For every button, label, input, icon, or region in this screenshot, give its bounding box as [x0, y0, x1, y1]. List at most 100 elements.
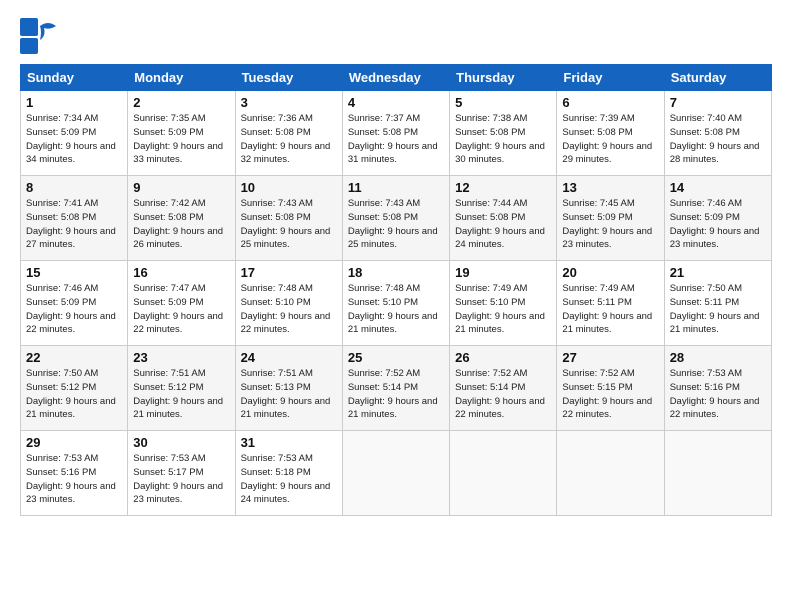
- calendar-cell: 6 Sunrise: 7:39 AMSunset: 5:08 PMDaylight…: [557, 91, 664, 176]
- calendar-cell: 1 Sunrise: 7:34 AMSunset: 5:09 PMDaylight…: [21, 91, 128, 176]
- calendar-cell: 11Sunrise: 7:43 AMSunset: 5:08 PMDayligh…: [342, 176, 449, 261]
- day-info: Sunrise: 7:48 AMSunset: 5:10 PMDaylight:…: [348, 282, 444, 337]
- day-info: Sunrise: 7:49 AMSunset: 5:10 PMDaylight:…: [455, 282, 551, 337]
- day-info: Sunrise: 7:52 AMSunset: 5:14 PMDaylight:…: [455, 367, 551, 422]
- weekday-header-saturday: Saturday: [664, 65, 771, 91]
- calendar-cell: 14 Sunrise: 7:46 AMSunset: 5:09 PMDayligh…: [664, 176, 771, 261]
- day-number: 6: [562, 95, 658, 110]
- day-number: 20: [562, 265, 658, 280]
- calendar-cell: 2 Sunrise: 7:35 AMSunset: 5:09 PMDaylight…: [128, 91, 235, 176]
- calendar-cell: 17 Sunrise: 7:48 AMSunset: 5:10 PMDayligh…: [235, 261, 342, 346]
- day-info: Sunrise: 7:45 AMSunset: 5:09 PMDaylight:…: [562, 197, 658, 252]
- header: [20, 18, 772, 54]
- calendar-cell: 4Sunrise: 7:37 AMSunset: 5:08 PMDaylight…: [342, 91, 449, 176]
- day-number: 11: [348, 180, 444, 195]
- calendar-cell: 25 Sunrise: 7:52 AMSunset: 5:14 PMDayligh…: [342, 346, 449, 431]
- calendar-table: SundayMondayTuesdayWednesdayThursdayFrid…: [20, 64, 772, 516]
- day-number: 15: [26, 265, 122, 280]
- calendar-cell: 9Sunrise: 7:42 AMSunset: 5:08 PMDaylight…: [128, 176, 235, 261]
- day-info: Sunrise: 7:36 AMSunset: 5:08 PMDaylight:…: [241, 112, 337, 167]
- day-info: Sunrise: 7:34 AMSunset: 5:09 PMDaylight:…: [26, 112, 122, 167]
- day-info: Sunrise: 7:48 AMSunset: 5:10 PMDaylight:…: [241, 282, 337, 337]
- calendar-cell: 29 Sunrise: 7:53 AMSunset: 5:16 PMDayligh…: [21, 431, 128, 516]
- day-info: Sunrise: 7:53 AMSunset: 5:16 PMDaylight:…: [670, 367, 766, 422]
- calendar-cell: [342, 431, 449, 516]
- day-number: 8: [26, 180, 122, 195]
- day-number: 24: [241, 350, 337, 365]
- day-number: 9: [133, 180, 229, 195]
- calendar-cell: 15 Sunrise: 7:46 AMSunset: 5:09 PMDayligh…: [21, 261, 128, 346]
- day-number: 18: [348, 265, 444, 280]
- weekday-header-thursday: Thursday: [450, 65, 557, 91]
- calendar-cell: 31Sunrise: 7:53 AMSunset: 5:18 PMDayligh…: [235, 431, 342, 516]
- day-number: 10: [241, 180, 337, 195]
- day-info: Sunrise: 7:52 AMSunset: 5:15 PMDaylight:…: [562, 367, 658, 422]
- day-info: Sunrise: 7:41 AMSunset: 5:08 PMDaylight:…: [26, 197, 122, 252]
- calendar-cell: 30Sunrise: 7:53 AMSunset: 5:17 PMDayligh…: [128, 431, 235, 516]
- calendar-cell: 21 Sunrise: 7:50 AMSunset: 5:11 PMDayligh…: [664, 261, 771, 346]
- calendar-cell: 3 Sunrise: 7:36 AMSunset: 5:08 PMDaylight…: [235, 91, 342, 176]
- calendar-cell: 8 Sunrise: 7:41 AMSunset: 5:08 PMDaylight…: [21, 176, 128, 261]
- day-number: 3: [241, 95, 337, 110]
- calendar-week-5: 29 Sunrise: 7:53 AMSunset: 5:16 PMDayligh…: [21, 431, 772, 516]
- calendar-cell: [664, 431, 771, 516]
- calendar-cell: 23 Sunrise: 7:51 AMSunset: 5:12 PMDayligh…: [128, 346, 235, 431]
- day-number: 26: [455, 350, 551, 365]
- day-info: Sunrise: 7:40 AMSunset: 5:08 PMDaylight:…: [670, 112, 766, 167]
- day-info: Sunrise: 7:51 AMSunset: 5:12 PMDaylight:…: [133, 367, 229, 422]
- calendar-cell: 10 Sunrise: 7:43 AMSunset: 5:08 PMDayligh…: [235, 176, 342, 261]
- day-number: 25: [348, 350, 444, 365]
- day-number: 13: [562, 180, 658, 195]
- day-number: 23: [133, 350, 229, 365]
- day-number: 7: [670, 95, 766, 110]
- day-number: 22: [26, 350, 122, 365]
- day-number: 21: [670, 265, 766, 280]
- day-number: 17: [241, 265, 337, 280]
- day-number: 16: [133, 265, 229, 280]
- calendar-cell: [450, 431, 557, 516]
- day-number: 31: [241, 435, 337, 450]
- weekday-header-wednesday: Wednesday: [342, 65, 449, 91]
- day-number: 27: [562, 350, 658, 365]
- day-number: 29: [26, 435, 122, 450]
- weekday-header-tuesday: Tuesday: [235, 65, 342, 91]
- day-info: Sunrise: 7:37 AMSunset: 5:08 PMDaylight:…: [348, 112, 444, 167]
- calendar-week-4: 22Sunrise: 7:50 AMSunset: 5:12 PMDayligh…: [21, 346, 772, 431]
- calendar-cell: 22Sunrise: 7:50 AMSunset: 5:12 PMDayligh…: [21, 346, 128, 431]
- calendar-cell: 19 Sunrise: 7:49 AMSunset: 5:10 PMDayligh…: [450, 261, 557, 346]
- calendar-cell: 18 Sunrise: 7:48 AMSunset: 5:10 PMDayligh…: [342, 261, 449, 346]
- day-number: 2: [133, 95, 229, 110]
- logo-content: [20, 18, 59, 54]
- calendar-cell: 5Sunrise: 7:38 AMSunset: 5:08 PMDaylight…: [450, 91, 557, 176]
- calendar-cell: 24 Sunrise: 7:51 AMSunset: 5:13 PMDayligh…: [235, 346, 342, 431]
- calendar-week-3: 15 Sunrise: 7:46 AMSunset: 5:09 PMDayligh…: [21, 261, 772, 346]
- weekday-header-sunday: Sunday: [21, 65, 128, 91]
- calendar-cell: 13 Sunrise: 7:45 AMSunset: 5:09 PMDayligh…: [557, 176, 664, 261]
- day-info: Sunrise: 7:52 AMSunset: 5:14 PMDaylight:…: [348, 367, 444, 422]
- weekday-header-friday: Friday: [557, 65, 664, 91]
- calendar-cell: 20 Sunrise: 7:49 AMSunset: 5:11 PMDayligh…: [557, 261, 664, 346]
- day-info: Sunrise: 7:47 AMSunset: 5:09 PMDaylight:…: [133, 282, 229, 337]
- day-info: Sunrise: 7:49 AMSunset: 5:11 PMDaylight:…: [562, 282, 658, 337]
- calendar-week-1: 1 Sunrise: 7:34 AMSunset: 5:09 PMDaylight…: [21, 91, 772, 176]
- day-info: Sunrise: 7:35 AMSunset: 5:09 PMDaylight:…: [133, 112, 229, 167]
- weekday-header-monday: Monday: [128, 65, 235, 91]
- day-info: Sunrise: 7:51 AMSunset: 5:13 PMDaylight:…: [241, 367, 337, 422]
- day-number: 1: [26, 95, 122, 110]
- day-number: 19: [455, 265, 551, 280]
- day-number: 12: [455, 180, 551, 195]
- day-info: Sunrise: 7:46 AMSunset: 5:09 PMDaylight:…: [670, 197, 766, 252]
- day-info: Sunrise: 7:39 AMSunset: 5:08 PMDaylight:…: [562, 112, 658, 167]
- calendar-cell: 16 Sunrise: 7:47 AMSunset: 5:09 PMDayligh…: [128, 261, 235, 346]
- logo: [20, 18, 59, 54]
- calendar-week-2: 8 Sunrise: 7:41 AMSunset: 5:08 PMDaylight…: [21, 176, 772, 261]
- day-info: Sunrise: 7:50 AMSunset: 5:11 PMDaylight:…: [670, 282, 766, 337]
- calendar-cell: 7 Sunrise: 7:40 AMSunset: 5:08 PMDaylight…: [664, 91, 771, 176]
- logo-icon: [20, 18, 56, 54]
- day-info: Sunrise: 7:53 AMSunset: 5:16 PMDaylight:…: [26, 452, 122, 507]
- day-info: Sunrise: 7:46 AMSunset: 5:09 PMDaylight:…: [26, 282, 122, 337]
- day-number: 14: [670, 180, 766, 195]
- calendar-cell: 27 Sunrise: 7:52 AMSunset: 5:15 PMDayligh…: [557, 346, 664, 431]
- calendar-cell: 12Sunrise: 7:44 AMSunset: 5:08 PMDayligh…: [450, 176, 557, 261]
- day-info: Sunrise: 7:43 AMSunset: 5:08 PMDaylight:…: [241, 197, 337, 252]
